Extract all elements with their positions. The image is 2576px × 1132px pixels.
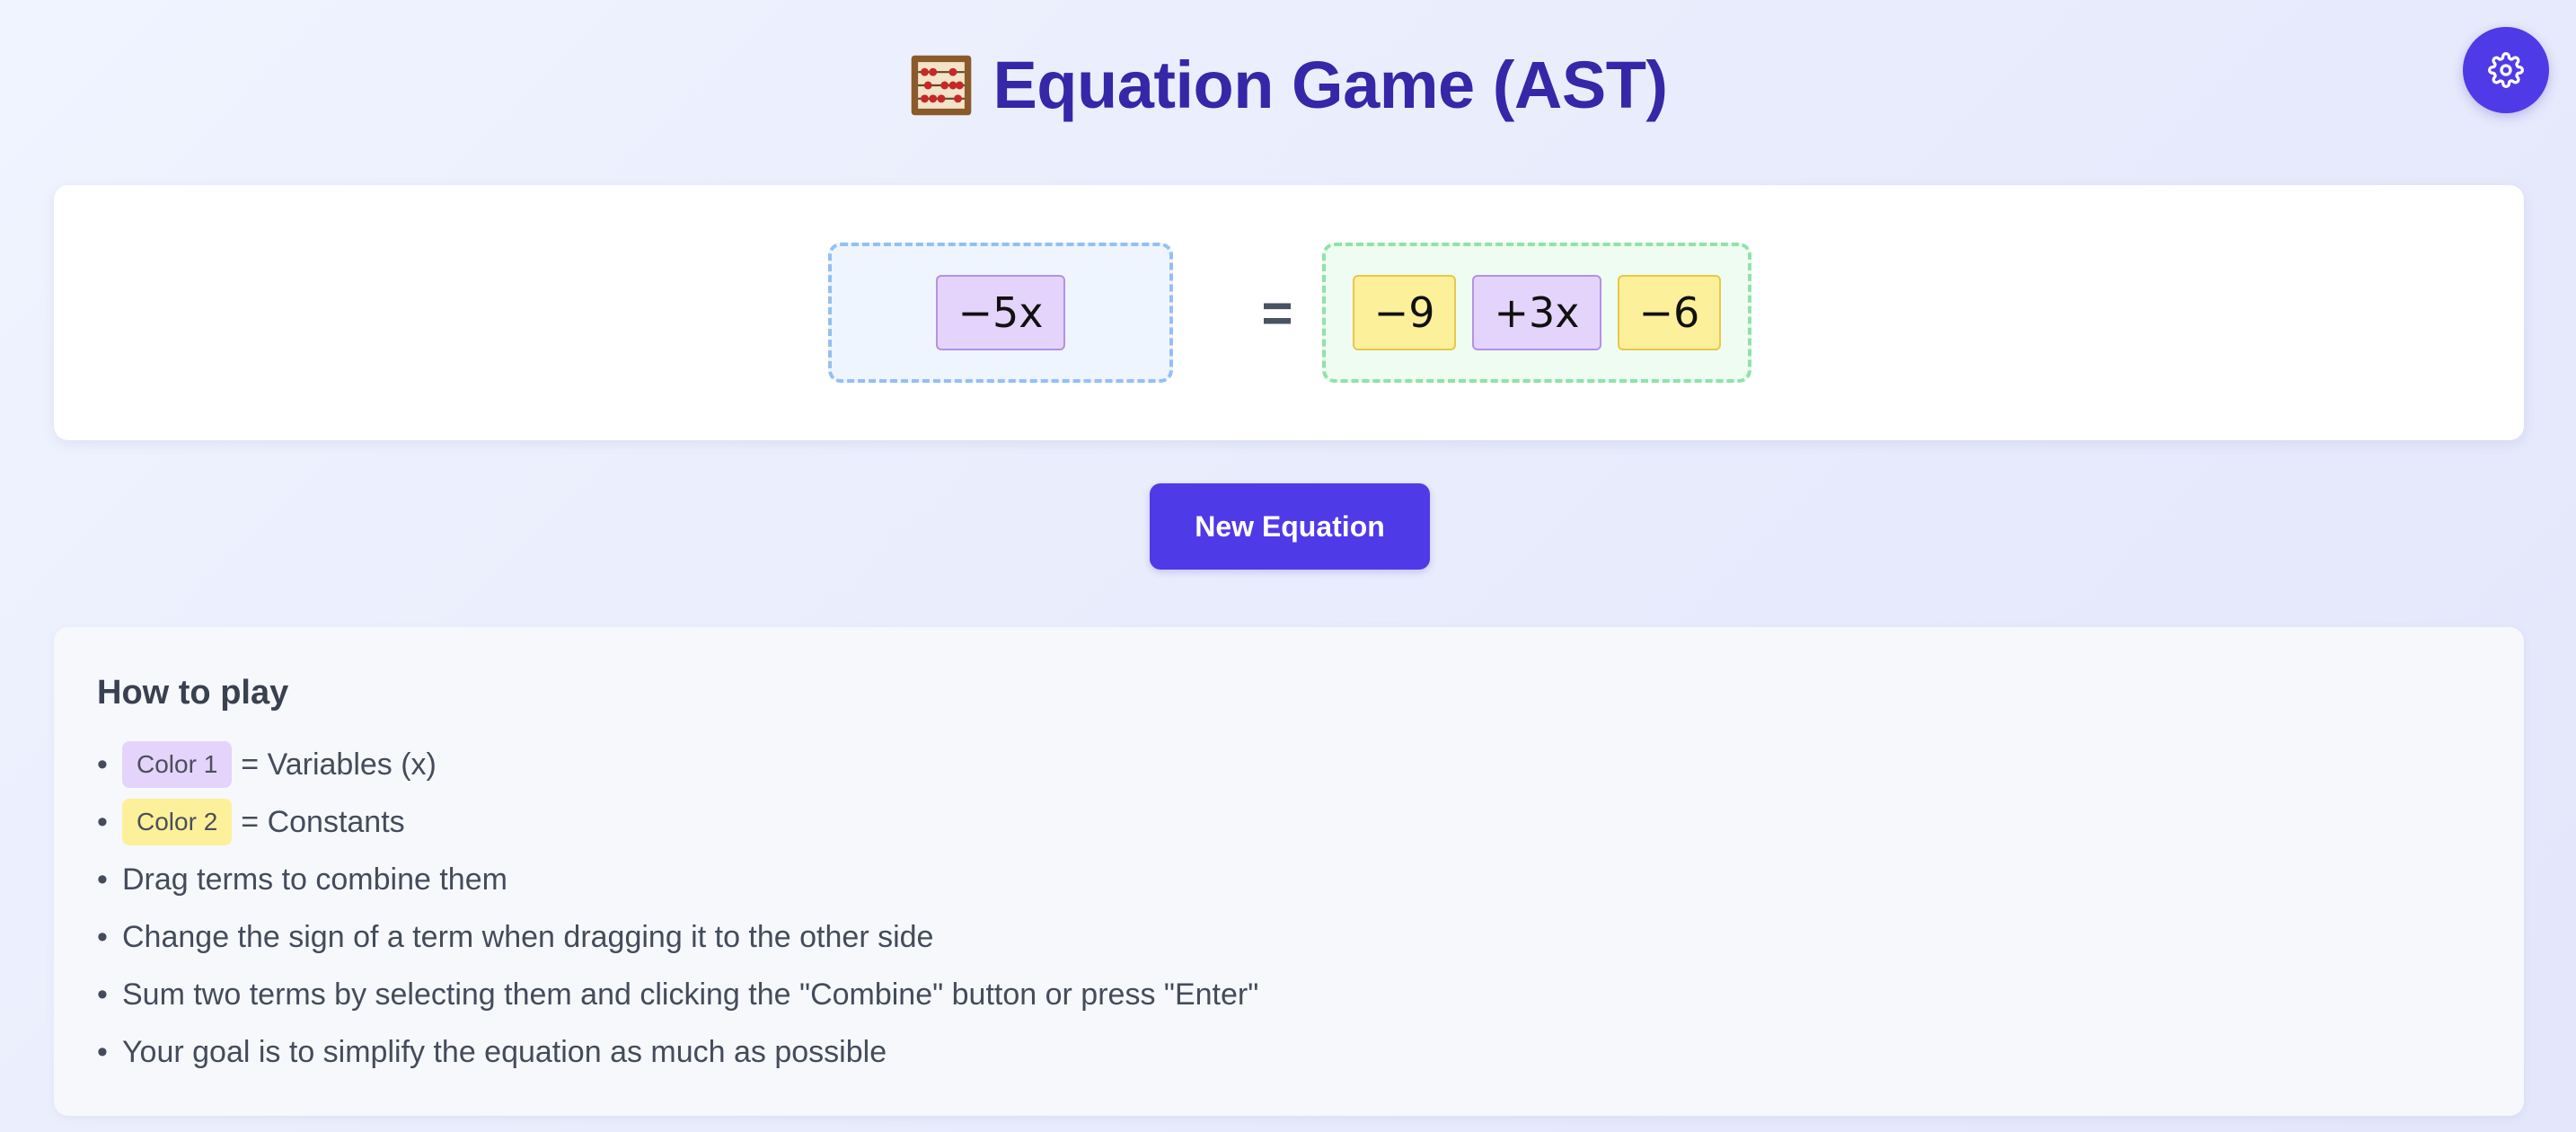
variable-color-chip: Color 1: [122, 741, 233, 788]
list-item-text: Drag terms to combine them: [122, 862, 507, 897]
list-item-text: = Variables (x): [241, 747, 437, 782]
bullet: •: [97, 747, 108, 782]
bullet: •: [97, 804, 108, 839]
how-to-play-panel: How to play • Color 1 = Variables (x) • …: [54, 627, 2524, 1116]
page-title: Equation Game (AST): [0, 47, 2576, 123]
term-variable[interactable]: +3x: [1472, 275, 1601, 350]
list-item: • Sum two terms by selecting them and cl…: [97, 966, 2481, 1023]
bullet: •: [97, 977, 108, 1012]
equals-sign: =: [1261, 282, 1293, 343]
list-item-text: Sum two terms by selecting them and clic…: [122, 977, 1259, 1012]
term-constant[interactable]: −9: [1352, 275, 1457, 350]
equation-right-side[interactable]: −9 +3x −6: [1322, 243, 1751, 383]
equation-left-side[interactable]: −5x: [828, 243, 1173, 383]
how-to-play-list: • Color 1 = Variables (x) • Color 2 = Co…: [97, 736, 2481, 1081]
list-item: • Drag terms to combine them: [97, 851, 2481, 908]
bullet: •: [97, 862, 108, 897]
bullet: •: [97, 919, 108, 954]
term-variable[interactable]: −5x: [936, 275, 1065, 350]
list-item-text: Change the sign of a term when dragging …: [122, 919, 934, 954]
list-item: • Change the sign of a term when draggin…: [97, 908, 2481, 966]
list-item: • Color 1 = Variables (x): [97, 736, 2481, 793]
abacus-icon: [912, 55, 972, 115]
page-title-text: Equation Game (AST): [992, 48, 1668, 122]
constant-color-chip: Color 2: [122, 799, 233, 845]
equation-board: −5x = −9 +3x −6: [54, 185, 2524, 440]
new-equation-button[interactable]: New Equation: [1150, 483, 1430, 570]
list-item: • Color 2 = Constants: [97, 793, 2481, 851]
bullet: •: [97, 1034, 108, 1069]
how-to-play-title: How to play: [97, 674, 289, 712]
list-item-text: Your goal is to simplify the equation as…: [122, 1034, 887, 1069]
list-item: • Your goal is to simplify the equation …: [97, 1023, 2481, 1081]
list-item-text: = Constants: [241, 804, 405, 839]
term-constant[interactable]: −6: [1617, 275, 1722, 350]
